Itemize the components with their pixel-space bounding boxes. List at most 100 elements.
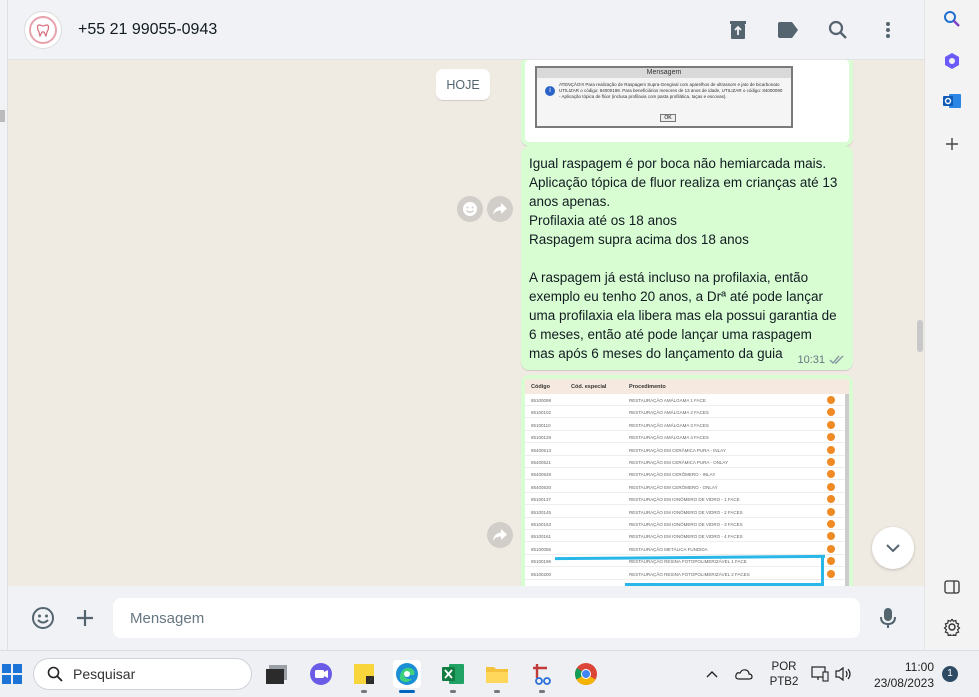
row-code: 85100129 [531, 435, 552, 441]
row-code: 85100161 [531, 534, 552, 540]
message-line: exemplo eu tenho 20 anos, a Drª até pode… [529, 289, 823, 304]
search-icon[interactable] [826, 18, 850, 42]
archive-icon[interactable] [726, 18, 750, 42]
row-code: 85100110 [531, 422, 551, 428]
message-input[interactable] [113, 598, 860, 638]
row-procedure: RESTAURAÇÃO RESINA FOTOPOLIMERIZÁVEL 2 F… [629, 571, 750, 577]
scroll-down-button[interactable] [872, 527, 914, 569]
message-time: 10:31 [797, 354, 825, 366]
clock[interactable]: 11:00 23/08/2023 [860, 659, 934, 691]
row-code: 85400548 [531, 472, 552, 478]
row-code: 85100196 [531, 559, 552, 565]
settings-icon[interactable] [941, 616, 963, 638]
onedrive-icon[interactable] [734, 666, 754, 682]
menu-icon[interactable] [876, 18, 900, 42]
image-message-2[interactable]: Código Cód. especial Procedimento 851000… [521, 375, 853, 586]
language-indicator[interactable]: POR PTB2 [766, 660, 802, 690]
chevron-up-icon[interactable] [704, 666, 720, 682]
snipping-indicator [539, 690, 545, 693]
label-icon[interactable] [776, 18, 800, 42]
clock-date: 23/08/2023 [873, 676, 934, 690]
contact-name[interactable]: +55 21 99055-0943 [78, 21, 217, 39]
message-line: Igual raspagem é por boca não hemiarcada… [529, 156, 827, 171]
add-icon[interactable] [941, 133, 963, 155]
date-chip: HOJE [436, 69, 490, 100]
windows-taskbar: Pesquisar POR PTB2 11:00 23/08/2023 1 [0, 650, 979, 697]
image-message-1[interactable]: Mensagem i ATENÇÃO!!! Para realização de… [521, 60, 853, 146]
check-icon [827, 396, 835, 404]
message-line: uma profilaxia ela libera mas ela possui… [529, 308, 837, 323]
table-scrollbar [845, 394, 849, 586]
forward-icon[interactable] [487, 196, 513, 222]
avatar[interactable] [24, 10, 62, 49]
chat-area[interactable]: HOJE Mensagem i ATENÇÃO!!! Para realizaç… [8, 60, 924, 586]
chat-scrollbar[interactable] [917, 320, 923, 352]
row-code: 85100145 [531, 509, 552, 515]
emoji-reaction-icon[interactable] [457, 196, 483, 222]
volume-icon[interactable] [835, 665, 853, 683]
snipping-tool-icon[interactable] [528, 660, 556, 688]
table-row: 85100137 RESTAURAÇÃO EM IONÔMERO DE VIDRO… [525, 493, 849, 506]
taskbar-search[interactable]: Pesquisar [33, 658, 252, 690]
sticky-notes-icon[interactable] [350, 660, 378, 688]
table-row: 85100099 RESTAURAÇÃO AMÁLGAMA 1 FACE [525, 394, 849, 406]
info-icon: i [545, 86, 555, 96]
left-edge-strip [0, 0, 8, 655]
row-procedure: RESTAURAÇÃO AMÁLGAMA 4 FACES [629, 435, 709, 441]
attach-icon[interactable] [73, 606, 97, 630]
check-icon [827, 557, 835, 566]
header-codigo: Código [531, 384, 550, 390]
excel-icon[interactable] [439, 660, 467, 688]
row-code: 85100200 [531, 571, 552, 577]
table-row: 85100200 RESTAURAÇÃO RESINA FOTOPOLIMERIZ… [525, 568, 849, 580]
language-code: POR [771, 661, 797, 673]
message-line: A raspagem já está incluso na profilaxia… [529, 270, 809, 285]
row-procedure: RESTAURAÇÃO EM CERÔMERO - ONLAY [629, 484, 718, 490]
search-icon [47, 666, 63, 682]
app-window: +55 21 99055-0943 HOJE Mensagem i ATENÇÃ… [0, 0, 979, 697]
row-code: 85400513 [531, 447, 552, 453]
message-line: 6 meses, então até pode lançar uma raspa… [529, 327, 812, 342]
row-procedure: RESTAURAÇÃO EM CERÔMERO - INLAY [629, 472, 716, 478]
edge-active-indicator [399, 690, 415, 693]
row-code: 85100153 [531, 522, 552, 527]
row-procedure: RESTAURAÇÃO EM IONÔMERO DE VIDRO - 3 FAC… [629, 522, 743, 527]
check-icon [827, 420, 835, 429]
row-procedure: RESTAURAÇÃO EM IONÔMERO DE VIDRO - 2 FAC… [629, 509, 743, 515]
table-screenshot: Código Cód. especial Procedimento 851000… [525, 379, 849, 586]
file-explorer-icon[interactable] [483, 660, 511, 688]
forward-icon[interactable] [487, 522, 513, 548]
split-view-icon[interactable] [941, 576, 963, 598]
dialog-screenshot: Mensagem i ATENÇÃO!!! Para realização de… [525, 60, 849, 142]
highlight-right [821, 557, 824, 586]
table-row: 85100161 RESTAURAÇÃO EM IONÔMERO DE VIDRO… [525, 530, 849, 543]
table-row: 85400548 RESTAURAÇÃO EM CERÔMERO - INLAY [525, 468, 849, 481]
row-procedure: RESTAURAÇÃO AMÁLGAMA 2 FACES [629, 410, 709, 416]
message-line: Aplicação tópica de fluor realiza em cri… [529, 175, 838, 190]
table-row: 85400530 RESTAURAÇÃO EM CERÔMERO - ONLAY [525, 481, 849, 493]
emoji-icon[interactable] [31, 606, 55, 630]
excel-indicator [450, 690, 456, 693]
message-meta: 10:31 [797, 354, 845, 366]
task-view-icon[interactable] [263, 660, 291, 688]
dialog-title: Mensagem [537, 68, 791, 78]
search-label: Pesquisar [73, 666, 136, 682]
check-icon [827, 470, 835, 479]
check-icon [827, 458, 835, 466]
search-icon[interactable] [941, 8, 963, 30]
copilot-icon[interactable] [941, 50, 963, 72]
network-icon[interactable] [811, 665, 829, 683]
row-procedure: RESTAURAÇÃO EM CERÂMICA PURA - INLAY [629, 447, 726, 453]
microphone-icon[interactable] [876, 606, 900, 630]
edge-icon[interactable] [393, 660, 421, 688]
chat-header: +55 21 99055-0943 [8, 0, 924, 60]
outlook-icon[interactable] [941, 90, 963, 112]
check-icon [827, 433, 835, 442]
text-message[interactable]: Igual raspagem é por boca não hemiarcada… [521, 146, 853, 370]
teams-icon[interactable] [307, 660, 335, 688]
notification-badge[interactable]: 1 [942, 666, 958, 682]
row-procedure: RESTAURAÇÃO RESINA FOTOPOLIMERIZÁVEL 1 F… [629, 559, 747, 565]
windows-start-icon[interactable] [2, 664, 22, 684]
table-row: 85100145 RESTAURAÇÃO EM IONÔMERO DE VIDRO… [525, 506, 849, 518]
chrome-icon[interactable] [572, 660, 600, 688]
